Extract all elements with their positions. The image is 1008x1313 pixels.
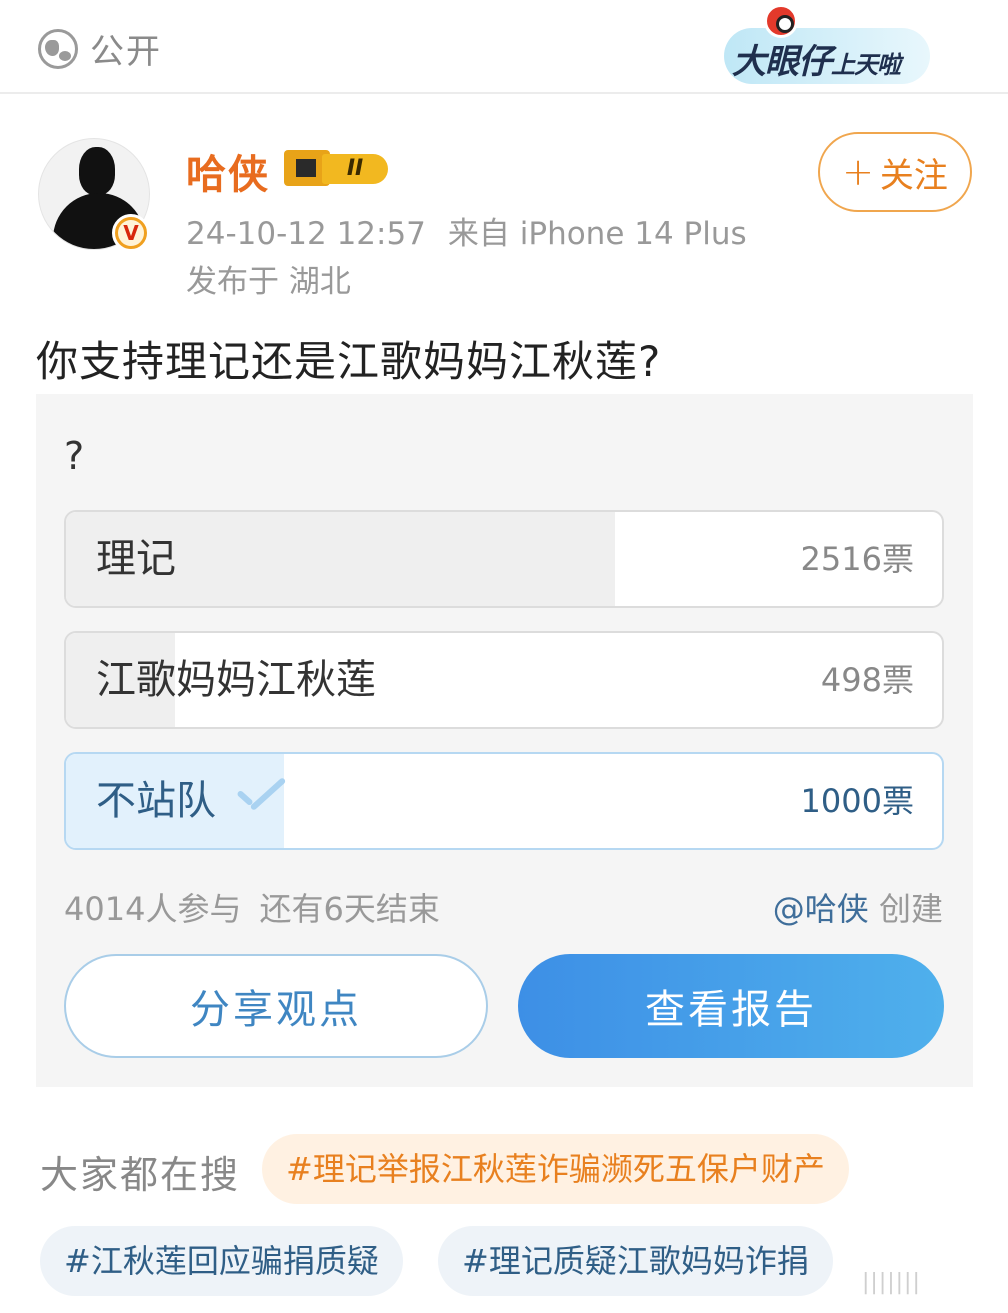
globe-icon bbox=[38, 28, 78, 69]
badge-text-sub: 上天啦 bbox=[831, 51, 901, 79]
watermark: ||||||| bbox=[862, 1270, 921, 1295]
checkmark-icon bbox=[230, 779, 284, 819]
poll-option[interactable]: 理记 2516票 bbox=[64, 510, 944, 608]
visibility-indicator[interactable]: 公开 bbox=[38, 24, 162, 73]
verified-badge-icon: V bbox=[112, 214, 150, 252]
badge-text-main: 大眼仔 bbox=[732, 42, 832, 82]
trending-tag-hot[interactable]: #理记举报江秋莲诈骗濒死五保户财产 bbox=[262, 1134, 849, 1204]
poll-creator-link[interactable]: @哈侠 bbox=[773, 890, 869, 928]
poll-creator-suffix: 创建 bbox=[878, 890, 943, 928]
plus-icon: + bbox=[842, 150, 874, 194]
visibility-label: 公开 bbox=[90, 32, 162, 72]
verified-mark: V bbox=[118, 220, 144, 246]
avatar-head-silhouette bbox=[79, 147, 115, 195]
poll-option-selected[interactable]: 不站队 1000票 bbox=[64, 752, 944, 850]
poll-participants: 4014人参与 bbox=[64, 890, 242, 928]
poll-option-label: 不站队 bbox=[96, 778, 216, 824]
poll-option-votes: 1000票 bbox=[800, 782, 914, 820]
author-name[interactable]: 哈侠 bbox=[186, 142, 270, 200]
mascot-icon bbox=[764, 4, 798, 38]
poll-option[interactable]: 江歌妈妈江秋莲 498票 bbox=[64, 631, 944, 729]
poll-creator: @哈侠 创建 bbox=[773, 884, 943, 930]
follow-button[interactable]: + 关注 bbox=[818, 132, 972, 212]
poll-option-label: 江歌妈妈江秋莲 bbox=[96, 657, 376, 703]
poll-stats: 4014人参与 还有6天结束 bbox=[64, 884, 440, 930]
trending-tag[interactable]: #理记质疑江歌妈妈诈捐 bbox=[438, 1226, 833, 1296]
post-meta: 24-10-12 12:57 来自 iPhone 14 Plus bbox=[186, 208, 747, 253]
top-bar: 公开 大眼仔上天啦 bbox=[0, 0, 1008, 94]
trending-tag[interactable]: #江秋莲回应骗捐质疑 bbox=[40, 1226, 403, 1296]
poll-card: ? 理记 2516票 江歌妈妈江秋莲 498票 不站队 1000票 4014人参… bbox=[36, 394, 973, 1087]
post-source: 来自 iPhone 14 Plus bbox=[447, 216, 747, 252]
poll-remaining: 还有6天结束 bbox=[259, 890, 440, 928]
badge-text: 大眼仔上天啦 bbox=[732, 34, 901, 83]
poll-option-votes: 498票 bbox=[820, 661, 914, 699]
view-report-button[interactable]: 查看报告 bbox=[518, 954, 944, 1058]
poll-question: ? bbox=[64, 434, 85, 478]
member-level-badge[interactable]: II bbox=[284, 146, 392, 188]
post-text: 你支持理记还是江歌妈妈江秋莲? bbox=[36, 337, 662, 386]
share-opinion-button[interactable]: 分享观点 bbox=[64, 954, 488, 1058]
poll-option-label: 理记 bbox=[96, 536, 176, 582]
follow-label: 关注 bbox=[879, 155, 948, 196]
poll-option-votes: 2516票 bbox=[800, 540, 914, 578]
promo-badge[interactable]: 大眼仔上天啦 bbox=[724, 4, 930, 88]
trending-title: 大家都在搜 bbox=[40, 1153, 241, 1197]
post-location: 发布于 湖北 bbox=[186, 264, 351, 300]
member-level-text: II bbox=[322, 154, 388, 184]
post-timestamp: 24-10-12 12:57 bbox=[186, 216, 426, 252]
poll-option-label-wrap: 不站队 bbox=[96, 754, 284, 848]
